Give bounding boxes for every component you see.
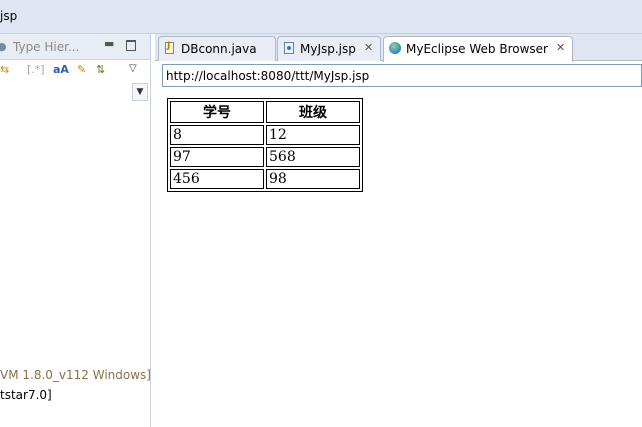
console-line: VM 1.8.0_v112 Windows] xyxy=(0,368,151,382)
maximize-view-button[interactable] xyxy=(126,40,136,51)
sync-icon[interactable]: ⇅ xyxy=(96,63,105,77)
table-row: 456 98 xyxy=(170,169,360,189)
chevron-down-icon[interactable]: ▼ xyxy=(132,83,148,101)
table-cell: 456 xyxy=(170,169,264,189)
tab-label: DBconn.java xyxy=(181,42,257,56)
hierarchy-icon[interactable]: ⇆ xyxy=(0,63,9,77)
close-icon[interactable]: ✕ xyxy=(364,41,373,54)
type-hierarchy-tab[interactable]: Type Hier... xyxy=(13,40,79,54)
pin-icon[interactable]: ✎ xyxy=(77,63,86,77)
view-menu-icon[interactable]: ▽ xyxy=(129,63,137,74)
console-line: tstar7.0] xyxy=(0,388,52,402)
close-icon[interactable]: ✕ xyxy=(556,41,565,54)
table-header: 班级 xyxy=(266,101,360,123)
tab-web-browser[interactable]: MyEclipse Web Browser ✕ xyxy=(383,36,573,62)
minimize-view-button[interactable]: ▬ xyxy=(104,38,114,49)
table-cell: 8 xyxy=(170,125,264,145)
table-cell: 12 xyxy=(266,125,360,145)
window-title-bar: jsp xyxy=(0,0,642,34)
tab-myjsp-jsp[interactable]: MyJsp.jsp ✕ xyxy=(277,36,381,61)
table-header-row: 学号 班级 xyxy=(170,101,360,123)
type-hierarchy-icon[interactable]: ● xyxy=(0,40,7,53)
tab-label: MyEclipse Web Browser xyxy=(406,42,548,56)
table-cell: 98 xyxy=(266,169,360,189)
table-row: 8 12 xyxy=(170,125,360,145)
tab-dbconn-java[interactable]: DBconn.java xyxy=(158,36,276,61)
window-title: jsp xyxy=(0,9,18,23)
regex-icon[interactable]: [.*] xyxy=(27,63,45,77)
editor-tabbar: DBconn.java MyJsp.jsp ✕ MyEclipse Web Br… xyxy=(155,34,642,62)
left-view-tabbar: ● Type Hier... ▬ xyxy=(0,34,150,60)
tab-label: MyJsp.jsp xyxy=(300,42,356,56)
url-input[interactable]: http://localhost:8080/ttt/MyJsp.jsp xyxy=(162,64,642,87)
match-case-icon[interactable]: aA xyxy=(53,63,69,77)
table-cell: 568 xyxy=(266,147,360,167)
table-header: 学号 xyxy=(170,101,264,123)
student-table: 学号 班级 8 12 97 568 456 98 xyxy=(167,98,363,192)
globe-icon xyxy=(389,42,401,55)
left-view-panel: ● Type Hier... ▬ ⇆ [.*] aA ✎ ⇅ ▽ ▼ VM 1.… xyxy=(0,34,151,427)
url-text: http://localhost:8080/ttt/MyJsp.jsp xyxy=(166,69,370,83)
left-view-toolbar: ⇆ [.*] aA ✎ ⇅ ▽ xyxy=(0,60,150,82)
table-cell: 97 xyxy=(170,147,264,167)
java-file-icon xyxy=(164,41,176,55)
jsp-file-icon xyxy=(283,42,295,55)
table-row: 97 568 xyxy=(170,147,360,167)
